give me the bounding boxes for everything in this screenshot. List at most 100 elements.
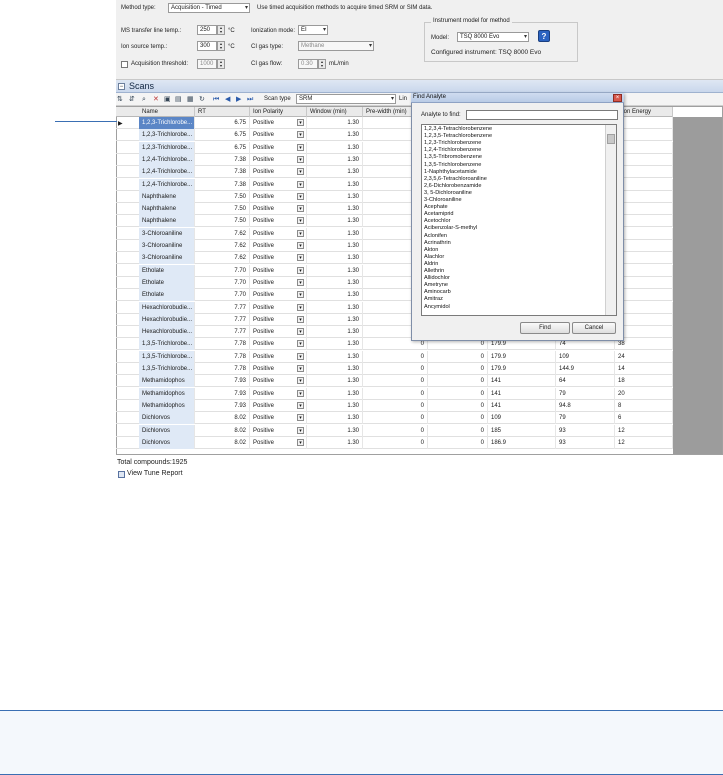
- cell-window[interactable]: 1.30: [307, 375, 363, 388]
- chevron-down-icon[interactable]: ▾: [297, 205, 304, 213]
- cell-pre-width[interactable]: 0: [363, 387, 428, 400]
- cell-rt[interactable]: 7.38: [195, 153, 250, 166]
- cell-name[interactable]: 1,2,3-Trichlorobe...: [139, 141, 195, 154]
- delete-icon[interactable]: ✕: [153, 95, 159, 104]
- list-item[interactable]: Acrinathrin: [424, 240, 451, 247]
- list-item[interactable]: Allethrin: [424, 268, 444, 275]
- import-icon[interactable]: ▣: [164, 95, 171, 104]
- cell-rt[interactable]: 7.77: [195, 301, 250, 314]
- chevron-down-icon[interactable]: ▾: [297, 180, 304, 188]
- chevron-down-icon[interactable]: ▾: [297, 168, 304, 176]
- cell-ion-polarity[interactable]: Positive ▾: [250, 363, 307, 375]
- cell-rt[interactable]: 8.02: [195, 412, 250, 425]
- cell-col6[interactable]: 0: [428, 363, 488, 375]
- cell-window[interactable]: 1.30: [307, 399, 363, 412]
- acq-threshold-input[interactable]: 1000: [197, 59, 217, 69]
- list-item[interactable]: Acephate: [424, 204, 448, 211]
- cell-collision-energy[interactable]: 24: [615, 350, 673, 363]
- cell-col6[interactable]: 0: [428, 436, 488, 449]
- report-icon[interactable]: [118, 471, 125, 478]
- cell-collision-energy[interactable]: 6: [615, 412, 673, 425]
- chevron-down-icon[interactable]: ▾: [297, 143, 304, 151]
- chevron-down-icon[interactable]: ▾: [297, 315, 304, 323]
- column-header-window[interactable]: Window (min): [307, 107, 363, 117]
- cell-rt[interactable]: 7.93: [195, 399, 250, 412]
- column-header-rt[interactable]: RT: [195, 107, 250, 117]
- scan-type-select[interactable]: SRM: [296, 94, 396, 104]
- cell-rt[interactable]: 8.02: [195, 436, 250, 449]
- chevron-down-icon[interactable]: ▾: [297, 389, 304, 397]
- cell-rt[interactable]: 7.38: [195, 166, 250, 179]
- cell-window[interactable]: 1.30: [307, 363, 363, 375]
- cell-rt[interactable]: 7.38: [195, 178, 250, 191]
- cell-ion-polarity[interactable]: Positive ▾: [250, 338, 307, 351]
- cell-name[interactable]: 1,2,3-Trichlorobe...: [139, 117, 195, 129]
- ion-source-spinner[interactable]: ▴ ▾: [217, 41, 225, 51]
- cell-col8[interactable]: 79: [556, 412, 615, 425]
- chevron-down-icon[interactable]: ▾: [297, 155, 304, 163]
- cell-col7[interactable]: 179.9: [488, 350, 556, 363]
- list-item[interactable]: 2,6-Dichlorobenzamide: [424, 183, 482, 190]
- list-item[interactable]: Aldrin: [424, 261, 438, 268]
- cell-rt[interactable]: 7.62: [195, 227, 250, 240]
- cell-col8[interactable]: 93: [556, 424, 615, 437]
- collapse-icon[interactable]: −: [118, 83, 125, 90]
- cell-rt[interactable]: 7.78: [195, 338, 250, 351]
- cell-window[interactable]: 1.30: [307, 289, 363, 302]
- cell-pre-width[interactable]: 0: [363, 375, 428, 388]
- cell-ion-polarity[interactable]: Positive ▾: [250, 326, 307, 339]
- table-row[interactable]: 1,3,5-Trichlorobe... 7.78 Positive ▾ 1.30 0 0 1…: [116, 350, 673, 363]
- cell-ion-polarity[interactable]: Positive ▾: [250, 190, 307, 203]
- cell-rt[interactable]: 7.62: [195, 240, 250, 252]
- cell-name[interactable]: Hexachlorobudie...: [139, 313, 195, 326]
- cell-pre-width[interactable]: 0: [363, 424, 428, 437]
- chevron-down-icon[interactable]: ▾: [297, 401, 304, 409]
- cell-ion-polarity[interactable]: Positive ▾: [250, 252, 307, 265]
- cell-name[interactable]: 1,3,5-Trichlorobe...: [139, 363, 195, 375]
- cell-window[interactable]: 1.30: [307, 350, 363, 363]
- cell-name[interactable]: Dichlorvos: [139, 424, 195, 437]
- cell-name[interactable]: 1,3,5-Trichlorobe...: [139, 338, 195, 351]
- chevron-down-icon[interactable]: ▾: [297, 119, 304, 126]
- cell-window[interactable]: 1.30: [307, 129, 363, 142]
- cell-window[interactable]: 1.30: [307, 166, 363, 179]
- view-tune-report-link[interactable]: View Tune Report: [127, 470, 183, 477]
- cell-pre-width[interactable]: 0: [363, 412, 428, 425]
- cell-collision-energy[interactable]: 14: [615, 363, 673, 375]
- cell-col8[interactable]: 144.9: [556, 363, 615, 375]
- list-item[interactable]: Amitraz: [424, 296, 443, 303]
- cell-col6[interactable]: 0: [428, 412, 488, 425]
- cell-ion-polarity[interactable]: Positive ▾: [250, 215, 307, 228]
- cell-rt[interactable]: 7.78: [195, 363, 250, 375]
- chevron-down-icon[interactable]: ▾: [297, 377, 304, 385]
- chevron-down-icon[interactable]: ▾: [297, 229, 304, 237]
- cell-rt[interactable]: 7.50: [195, 203, 250, 216]
- cell-name[interactable]: 1,2,4-Trichlorobe...: [139, 178, 195, 191]
- list-item[interactable]: Aminocarb: [424, 289, 451, 296]
- list-item[interactable]: 1,2,4-Trichlorobenzene: [424, 147, 481, 154]
- list-item[interactable]: 2,3,5,6-Tetrachloroaniline: [424, 176, 487, 183]
- cell-rt[interactable]: 8.02: [195, 424, 250, 437]
- next-icon[interactable]: ▶: [236, 95, 241, 104]
- chevron-down-icon[interactable]: ▾: [297, 266, 304, 274]
- sort-za-icon[interactable]: ⇵: [129, 95, 135, 104]
- prev-icon[interactable]: ◀: [225, 95, 230, 104]
- cell-window[interactable]: 1.30: [307, 252, 363, 265]
- first-icon[interactable]: ⏮: [213, 95, 219, 104]
- table-row[interactable]: Dichlorvos 8.02 Positive ▾ 1.30 0 0 186.9 93 12: [116, 436, 673, 449]
- cell-rt[interactable]: 7.77: [195, 326, 250, 339]
- cell-col7[interactable]: 141: [488, 387, 556, 400]
- list-item[interactable]: Ancymidol: [424, 304, 450, 311]
- cell-ion-polarity[interactable]: Positive ▾: [250, 178, 307, 191]
- cell-col7[interactable]: 185: [488, 424, 556, 437]
- cell-col6[interactable]: 0: [428, 399, 488, 412]
- grid-icon[interactable]: ▦: [187, 95, 194, 104]
- cell-window[interactable]: 1.30: [307, 313, 363, 326]
- cell-col7[interactable]: 141: [488, 399, 556, 412]
- cell-rt[interactable]: 7.93: [195, 387, 250, 400]
- cell-ion-polarity[interactable]: Positive ▾: [250, 436, 307, 449]
- table-row[interactable]: Methamidophos 7.93 Positive ▾ 1.30 0 0 141 79 20: [116, 387, 673, 400]
- ms-transfer-spinner[interactable]: ▴ ▾: [217, 25, 225, 35]
- cell-name[interactable]: 3-Chloroaniline: [139, 252, 195, 265]
- cell-name[interactable]: 1,2,3-Trichlorobe...: [139, 129, 195, 142]
